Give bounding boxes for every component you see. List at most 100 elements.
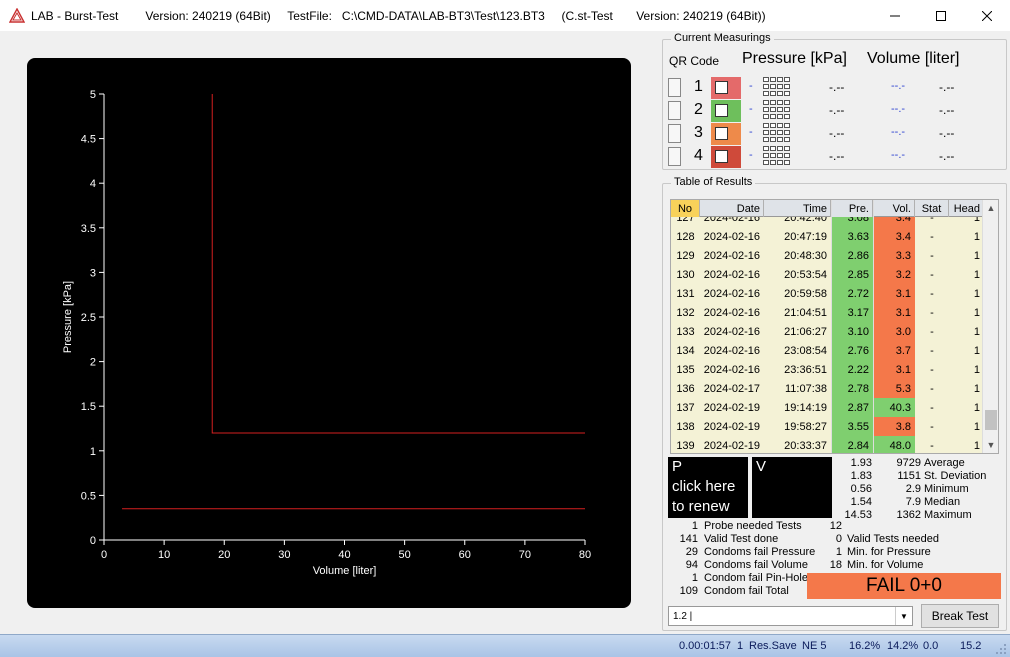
results-table-header: No Date Time Pre. Vol. Stat Head <box>671 200 984 217</box>
count-row: 94 Condoms fail Volume 18 Min. for Volume <box>668 559 1008 572</box>
cell-head: 1 <box>973 268 980 281</box>
cell-pre: 2.86 <box>831 246 873 265</box>
table-row[interactable]: 137 2024-02-19 19:14:19 2.87 40.3 - 1 <box>671 398 984 417</box>
results-table[interactable]: No Date Time Pre. Vol. Stat Head 127 2024… <box>670 199 999 454</box>
cell-no: 135 <box>676 363 695 376</box>
table-row[interactable]: 129 2024-02-16 20:48:30 2.86 3.3 - 1 <box>671 246 984 265</box>
stat-row: 1.83 1151 St. Deviation <box>834 470 1009 483</box>
x-tick-label: 40 <box>338 549 350 561</box>
table-row[interactable]: 138 2024-02-19 19:58:27 3.55 3.8 - 1 <box>671 417 984 436</box>
y-tick-label: 2 <box>90 357 96 369</box>
stat-label: Minimum <box>924 483 969 495</box>
cell-head: 1 <box>973 363 980 376</box>
status-elapsed: 0.00:01:57 <box>679 640 731 652</box>
cell-date: 2024-02-16 <box>703 363 760 376</box>
table-row[interactable]: 133 2024-02-16 21:06:27 3.10 3.0 - 1 <box>671 322 984 341</box>
stat-pressure: 1.54 <box>850 496 872 508</box>
table-row[interactable]: 136 2024-02-17 11:07:38 2.78 5.3 - 1 <box>671 379 984 398</box>
minimize-button[interactable] <box>872 0 918 31</box>
head-checkbox[interactable] <box>715 127 728 140</box>
col-no[interactable]: No <box>671 200 700 217</box>
cell-stat: - <box>930 249 934 262</box>
cell-stat: - <box>930 287 934 300</box>
chart-svg: 0 10 20 30 40 50 60 70 80 0 0.5 1 1.5 2 2.5 3 3.5 4 4.5 5 Vo… <box>62 89 591 577</box>
scrollbar-thumb[interactable] <box>985 410 997 430</box>
chevron-down-icon[interactable]: ▼ <box>895 607 912 625</box>
cell-stat: - <box>930 217 934 224</box>
cell-date: 2024-02-16 <box>703 344 760 357</box>
qr-code-box[interactable] <box>668 124 681 143</box>
table-row[interactable]: 128 2024-02-16 20:47:19 3.63 3.4 - 1 <box>671 227 984 246</box>
cell-pre: 2.87 <box>831 398 873 417</box>
status-res-save: Res.Save <box>749 640 797 652</box>
cell-pre: 2.22 <box>831 360 873 379</box>
count-value-2: 0 <box>835 533 842 545</box>
led-grid-icon <box>763 123 793 143</box>
head-number: 2 <box>694 101 703 118</box>
stat-volume: 9729 <box>896 457 921 469</box>
head-checkbox[interactable] <box>715 150 728 163</box>
col-head[interactable]: Head <box>949 200 984 217</box>
cell-time: 20:33:37 <box>784 439 827 452</box>
chevron-down-icon[interactable]: ▼ <box>983 437 998 453</box>
count-value-2: 1 <box>835 546 842 558</box>
volume-value-2: -.-- <box>939 126 955 140</box>
pressure-display-renew[interactable]: P click here to renew <box>668 457 748 518</box>
qr-code-box[interactable] <box>668 78 681 97</box>
stat-label: St. Deviation <box>924 470 987 482</box>
col-date[interactable]: Date <box>700 200 764 217</box>
stat-pressure: 1.83 <box>850 470 872 482</box>
head-checkbox[interactable] <box>715 81 728 94</box>
qr-code-box[interactable] <box>668 101 681 120</box>
series-line-1 <box>211 94 585 434</box>
table-row[interactable]: 127 2024-02-16 20:42:40 3.08 3.4 - 1 <box>671 217 984 227</box>
x-tick-label: 0 <box>101 549 107 561</box>
current-measurings-title: Current Measurings <box>671 32 774 44</box>
cell-head: 1 <box>973 249 980 262</box>
col-stat[interactable]: Stat <box>915 200 949 217</box>
head-checkbox[interactable] <box>715 104 728 117</box>
stat-row: 1.93 9729 Average <box>834 457 1009 470</box>
cell-stat: - <box>930 230 934 243</box>
cell-date: 2024-02-19 <box>703 401 760 414</box>
probe-select[interactable]: 1.2 | ▼ <box>668 606 913 626</box>
cell-time: 20:47:19 <box>784 230 827 243</box>
col-pre[interactable]: Pre. <box>831 200 873 217</box>
cell-vol: 3.4 <box>873 217 915 227</box>
y-tick-label: 2.5 <box>81 312 96 324</box>
x-axis-label: Volume [liter] <box>313 565 377 577</box>
cell-no: 133 <box>676 325 695 338</box>
break-test-button[interactable]: Break Test <box>921 604 999 628</box>
cell-date: 2024-02-16 <box>703 230 760 243</box>
cell-no: 136 <box>676 382 695 395</box>
volume-value: --.- <box>891 80 906 92</box>
table-row[interactable]: 132 2024-02-16 21:04:51 3.17 3.1 - 1 <box>671 303 984 322</box>
table-row[interactable]: 139 2024-02-19 20:33:37 2.84 48.0 - 1 <box>671 436 984 453</box>
col-vol[interactable]: Vol. <box>873 200 915 217</box>
cell-head: 1 <box>973 420 980 433</box>
chevron-up-icon[interactable]: ▲ <box>983 200 998 216</box>
cell-time: 19:14:19 <box>784 401 827 414</box>
count-label: Condom fail Pin-Hole <box>704 572 808 584</box>
count-value-2: 18 <box>829 559 842 571</box>
close-button[interactable] <box>964 0 1010 31</box>
resize-grip-icon[interactable] <box>995 643 1007 655</box>
table-row[interactable]: 130 2024-02-16 20:53:54 2.85 3.2 - 1 <box>671 265 984 284</box>
table-row[interactable]: 131 2024-02-16 20:59:58 2.72 3.1 - 1 <box>671 284 984 303</box>
volume-value-2: -.-- <box>939 103 955 117</box>
maximize-icon <box>936 10 946 21</box>
cell-pre: 2.76 <box>831 341 873 360</box>
qr-code-box[interactable] <box>668 147 681 166</box>
cell-date: 2024-02-16 <box>703 249 760 262</box>
count-row: 141 Valid Test done 0 Valid Tests needed <box>668 533 1008 546</box>
table-row[interactable]: 134 2024-02-16 23:08:54 2.76 3.7 - 1 <box>671 341 984 360</box>
results-scrollbar[interactable]: ▲ ▼ <box>982 200 998 453</box>
maximize-button[interactable] <box>918 0 964 31</box>
count-label-2: Min. for Volume <box>847 559 924 571</box>
y-tick-label: 3 <box>90 267 96 279</box>
pressure-header: Pressure [kPa] <box>742 50 847 67</box>
col-time[interactable]: Time <box>764 200 831 217</box>
minimize-icon <box>890 15 900 16</box>
table-row[interactable]: 135 2024-02-16 23:36:51 2.22 3.1 - 1 <box>671 360 984 379</box>
cell-no: 134 <box>676 344 695 357</box>
